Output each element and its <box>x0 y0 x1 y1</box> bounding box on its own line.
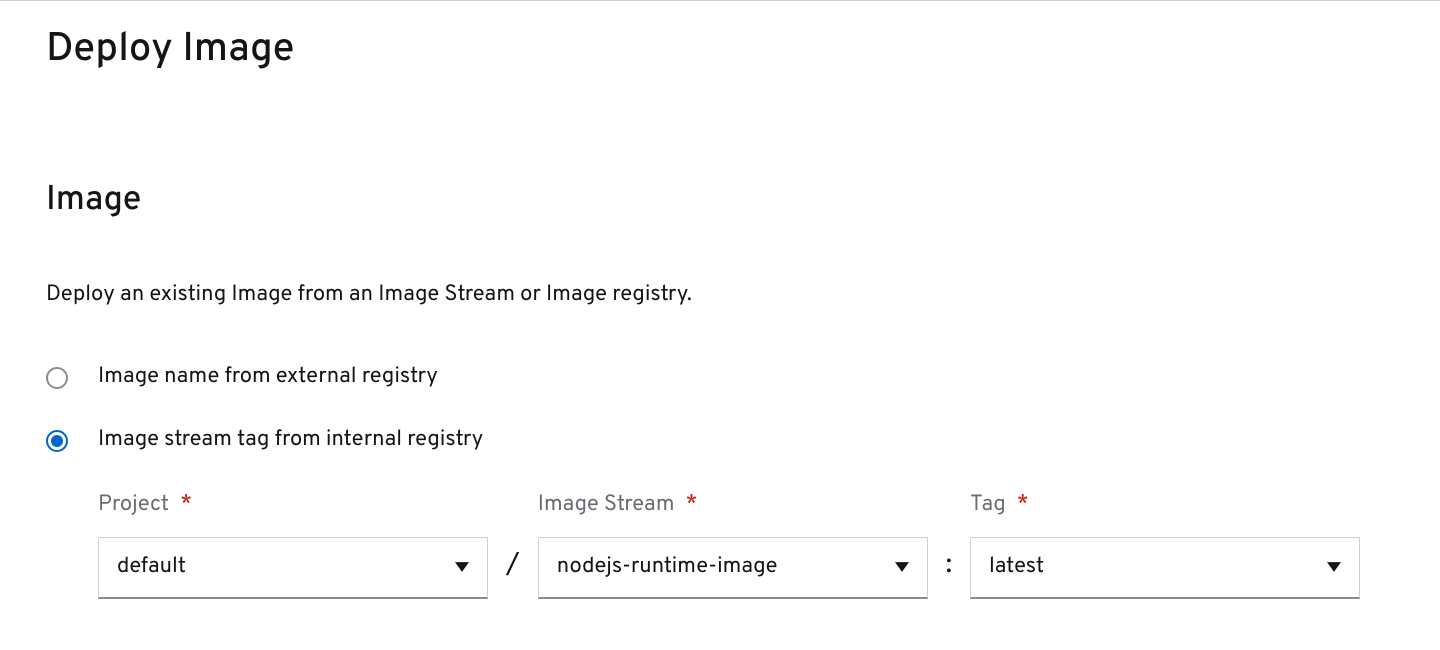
required-asterisk: * <box>180 492 192 519</box>
image-stream-dropdown[interactable]: nodejs-runtime-image <box>538 537 928 599</box>
tag-field-block: Tag * latest <box>970 492 1360 599</box>
colon-separator: : <box>946 547 952 599</box>
tag-dropdown[interactable]: latest <box>970 537 1360 599</box>
image-section-heading: Image <box>46 183 1394 220</box>
radio-internal-label: Image stream tag from internal registry <box>98 427 483 454</box>
radio-internal-registry[interactable]: Image stream tag from internal registry <box>46 427 1394 454</box>
image-stream-tag-fields: Project * default / Image Stream * nodej… <box>46 492 1394 599</box>
radio-external-registry[interactable]: Image name from external registry <box>46 364 1394 391</box>
tag-label: Tag * <box>970 492 1360 519</box>
required-asterisk: * <box>686 492 698 519</box>
radio-external-label: Image name from external registry <box>98 364 438 391</box>
required-asterisk: * <box>1017 492 1029 519</box>
project-dropdown-value: default <box>117 554 186 581</box>
tag-dropdown-value: latest <box>989 554 1044 581</box>
slash-separator: / <box>506 547 520 599</box>
caret-down-icon <box>1327 554 1341 581</box>
image-source-radio-group: Image name from external registry Image … <box>46 364 1394 454</box>
image-stream-label: Image Stream * <box>538 492 928 519</box>
project-label-text: Project <box>98 492 169 519</box>
image-stream-dropdown-value: nodejs-runtime-image <box>557 554 778 581</box>
image-stream-field-block: Image Stream * nodejs-runtime-image <box>538 492 928 599</box>
image-section-description: Deploy an existing Image from an Image S… <box>46 282 1394 309</box>
tag-label-text: Tag <box>970 492 1006 519</box>
radio-circle-selected-icon <box>46 430 68 452</box>
caret-down-icon <box>895 554 909 581</box>
caret-down-icon <box>455 554 469 581</box>
project-dropdown[interactable]: default <box>98 537 488 599</box>
image-stream-label-text: Image Stream <box>538 492 675 519</box>
radio-circle-icon <box>46 367 68 389</box>
project-label: Project * <box>98 492 488 519</box>
project-field-block: Project * default <box>98 492 488 599</box>
page-title: Deploy Image <box>46 29 1394 73</box>
